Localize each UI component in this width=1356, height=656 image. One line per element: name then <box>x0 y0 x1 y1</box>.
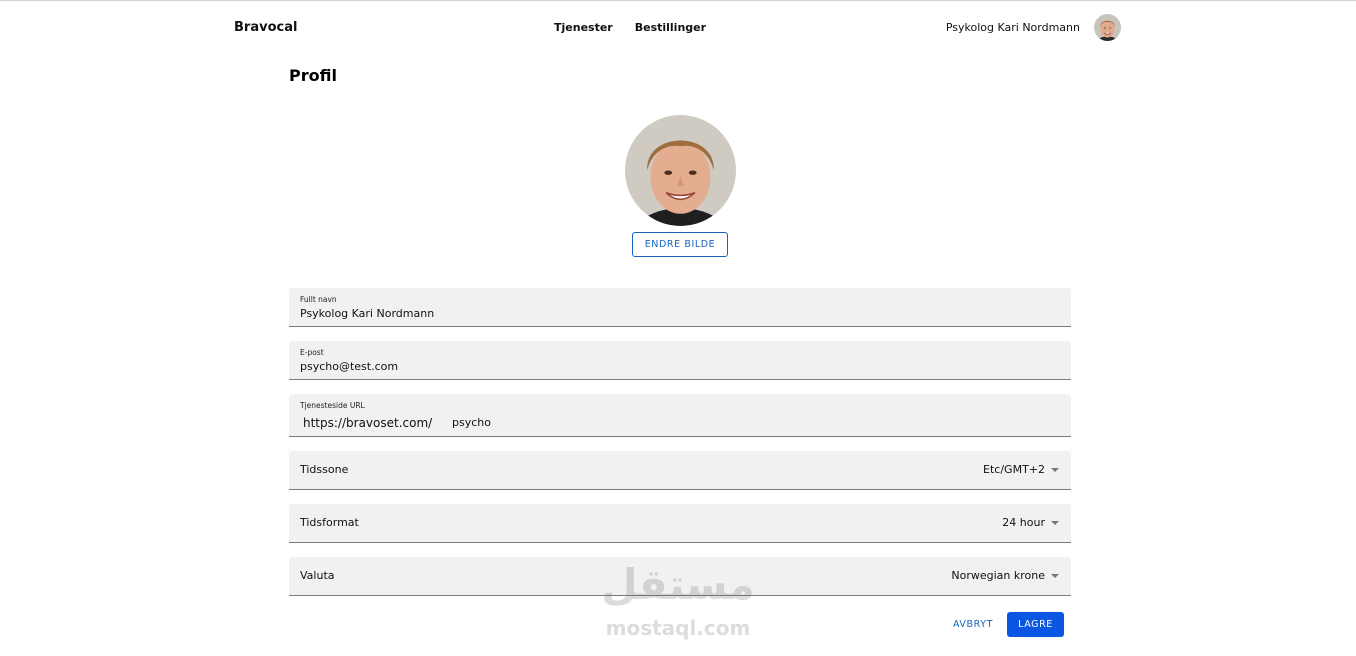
service-url-label: Tjenesteside URL <box>300 401 365 410</box>
time-format-select[interactable]: Tidsformat 24 hour <box>289 504 1071 543</box>
timezone-select[interactable]: Tidssone Etc/GMT+2 <box>289 451 1071 490</box>
chevron-down-icon <box>1051 574 1059 578</box>
full-name-label: Fullt navn <box>300 295 337 304</box>
watermark-latin: mostaql.com <box>605 616 751 640</box>
service-url-slug[interactable]: psycho <box>452 416 491 429</box>
brand-logo[interactable]: Bravocal <box>234 20 297 35</box>
profile-photo <box>625 115 736 226</box>
email-label: E-post <box>300 348 324 357</box>
nav-link-bookings[interactable]: Bestillinger <box>635 21 706 34</box>
nav-link-services[interactable]: Tjenester <box>554 21 613 34</box>
user-avatar[interactable] <box>1094 14 1121 41</box>
chevron-down-icon <box>1051 521 1059 525</box>
service-url-field[interactable]: Tjenesteside URL https://bravoset.com/ p… <box>289 394 1071 437</box>
full-name-value[interactable]: Psykolog Kari Nordmann <box>300 307 434 320</box>
currency-select[interactable]: Valuta Norwegian krone <box>289 557 1071 596</box>
service-url-prefix: https://bravoset.com/ <box>303 416 433 430</box>
change-photo-button[interactable]: ENDRE BILDE <box>632 232 728 257</box>
timezone-value: Etc/GMT+2 <box>983 463 1045 476</box>
save-button[interactable]: LAGRE <box>1007 612 1064 637</box>
currency-value: Norwegian krone <box>951 569 1045 582</box>
time-format-value: 24 hour <box>1002 516 1045 529</box>
time-format-label: Tidsformat <box>300 516 359 529</box>
email-value[interactable]: psycho@test.com <box>300 360 398 373</box>
cancel-button[interactable]: AVBRYT <box>944 612 1002 637</box>
app-header: Bravocal Tjenester Bestillinger Psykolog… <box>0 1 1356 55</box>
page-title: Profil <box>289 66 337 85</box>
currency-label: Valuta <box>300 569 335 582</box>
timezone-label: Tidssone <box>300 463 349 476</box>
full-name-field[interactable]: Fullt navn Psykolog Kari Nordmann <box>289 288 1071 327</box>
email-field[interactable]: E-post psycho@test.com <box>289 341 1071 380</box>
user-name[interactable]: Psykolog Kari Nordmann <box>946 21 1080 34</box>
main-nav: Tjenester Bestillinger <box>554 21 706 34</box>
chevron-down-icon <box>1051 468 1059 472</box>
